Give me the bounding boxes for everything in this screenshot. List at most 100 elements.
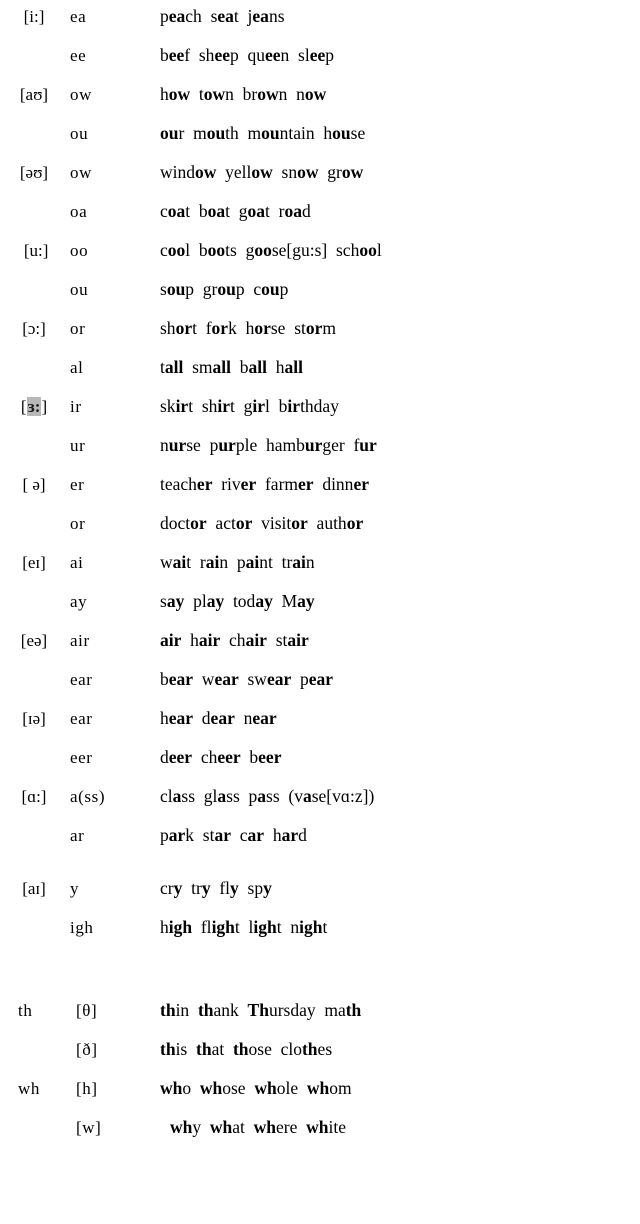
phonics-row: or doctor actor visitor author xyxy=(0,513,640,552)
example-word: class xyxy=(160,786,195,806)
word-segment: w xyxy=(201,669,215,689)
word-segment: st xyxy=(202,825,215,845)
word-segment: dinn xyxy=(322,474,354,494)
example-word: (vase[vɑ:z]) xyxy=(288,786,374,806)
target-letters: igh xyxy=(253,917,277,937)
example-words: tall small ball hall xyxy=(160,357,640,378)
example-word: mountain xyxy=(248,123,315,143)
word-segment: ose xyxy=(222,1078,246,1098)
word-segment: fl xyxy=(219,878,231,898)
word-segment: cr xyxy=(160,878,174,898)
example-word: town xyxy=(199,84,234,104)
word-segment: sh xyxy=(201,396,218,416)
example-word: high xyxy=(160,917,192,937)
target-letters: igh xyxy=(168,917,193,937)
example-word: fly xyxy=(219,878,238,898)
target-letters: or xyxy=(254,318,271,338)
word-segment: h xyxy=(160,708,169,728)
example-word: group xyxy=(203,279,245,299)
target-letters: ay xyxy=(166,591,185,611)
word-segment: r xyxy=(178,123,185,143)
example-word: dear xyxy=(202,708,235,728)
word-segment: doct xyxy=(160,513,191,533)
phonics-row: ou our mouth mountain house xyxy=(0,123,640,162)
word-segment: b xyxy=(160,45,169,65)
spelling-pattern: oa xyxy=(70,202,88,221)
word-segment: act xyxy=(215,513,236,533)
phonetic-symbol: [θ] xyxy=(76,1001,98,1020)
word-segment: hamb xyxy=(265,435,305,455)
target-letters: th xyxy=(301,1039,318,1059)
target-letters: wh xyxy=(253,1117,277,1137)
word-segment: h xyxy=(272,825,282,845)
example-words: beef sheep queen sleep xyxy=(160,45,640,66)
word-segment: o xyxy=(182,1078,192,1098)
example-word: shirt xyxy=(202,396,235,416)
example-word: cry xyxy=(160,878,182,898)
target-letters: or xyxy=(305,318,323,338)
example-word: this xyxy=(160,1039,187,1059)
word-segment: ma xyxy=(324,1000,346,1020)
target-letters: ea xyxy=(217,6,234,26)
target-letters: igh xyxy=(299,917,323,937)
target-letters: ou xyxy=(206,123,226,143)
target-letters: a xyxy=(257,786,267,806)
word-segment: t xyxy=(230,396,235,416)
example-words: peach seat jeans xyxy=(160,6,640,27)
example-word: house xyxy=(323,123,365,143)
target-letters: oo xyxy=(359,240,377,260)
target-letters: ou xyxy=(160,123,179,143)
example-word: star xyxy=(203,825,231,845)
word-segment: teach xyxy=(160,474,197,494)
word-segment: t xyxy=(225,201,231,221)
example-word: horse xyxy=(246,318,286,338)
example-words: doctor actor visitor author xyxy=(160,513,640,534)
example-word: skirt xyxy=(160,396,193,416)
word-segment: n xyxy=(225,84,234,104)
word-segment: s xyxy=(160,591,167,611)
phonetic-symbol: [ɔ:] xyxy=(22,319,46,338)
word-segment: t xyxy=(276,917,282,937)
example-word: sheep xyxy=(199,45,239,65)
target-letters: ai xyxy=(245,552,260,572)
example-words: our mouth mountain house xyxy=(160,123,640,144)
example-words: teacher river farmer dinner xyxy=(160,474,640,495)
word-segment: yell xyxy=(225,162,252,182)
word-segment: tr xyxy=(191,878,202,898)
spelling-pattern: ow xyxy=(70,163,92,182)
spelling-pattern: ow xyxy=(70,85,92,104)
word-segment: cl xyxy=(160,786,173,806)
example-word: author xyxy=(317,513,364,533)
example-word: why xyxy=(170,1117,201,1137)
word-segment: farm xyxy=(264,474,299,494)
example-word: girl xyxy=(244,396,270,416)
example-word: coat xyxy=(160,201,190,221)
example-word: doctor xyxy=(160,513,207,533)
target-letters: a xyxy=(217,786,227,806)
word-segment: se xyxy=(186,435,201,455)
example-word: park xyxy=(160,825,194,845)
spelling-pattern: air xyxy=(70,631,90,650)
word-segment: t xyxy=(186,552,192,572)
target-letters: oa xyxy=(167,201,186,221)
example-words: nurse purple hamburger fur xyxy=(160,435,640,456)
word-segment: st xyxy=(294,318,306,338)
spelling-pattern: th xyxy=(18,1001,33,1020)
example-word: hear xyxy=(160,708,193,728)
example-word: today xyxy=(233,591,273,611)
example-word: pass xyxy=(249,786,280,806)
example-word: beer xyxy=(249,747,281,767)
example-word: hall xyxy=(276,357,303,377)
word-segment: t xyxy=(234,917,240,937)
word-segment: ite xyxy=(328,1117,347,1137)
phonics-row: ur nurse purple hamburger fur xyxy=(0,435,640,474)
example-words: thin thank Thursday math xyxy=(160,1000,640,1021)
example-word: deer xyxy=(160,747,192,767)
example-word: spy xyxy=(248,878,272,898)
target-letters: wh xyxy=(306,1078,330,1098)
target-letters: all xyxy=(212,357,232,377)
example-word: night xyxy=(290,917,327,937)
word-segment: c xyxy=(239,825,248,845)
target-letters: ea xyxy=(252,6,269,26)
word-segment: p xyxy=(185,279,195,299)
